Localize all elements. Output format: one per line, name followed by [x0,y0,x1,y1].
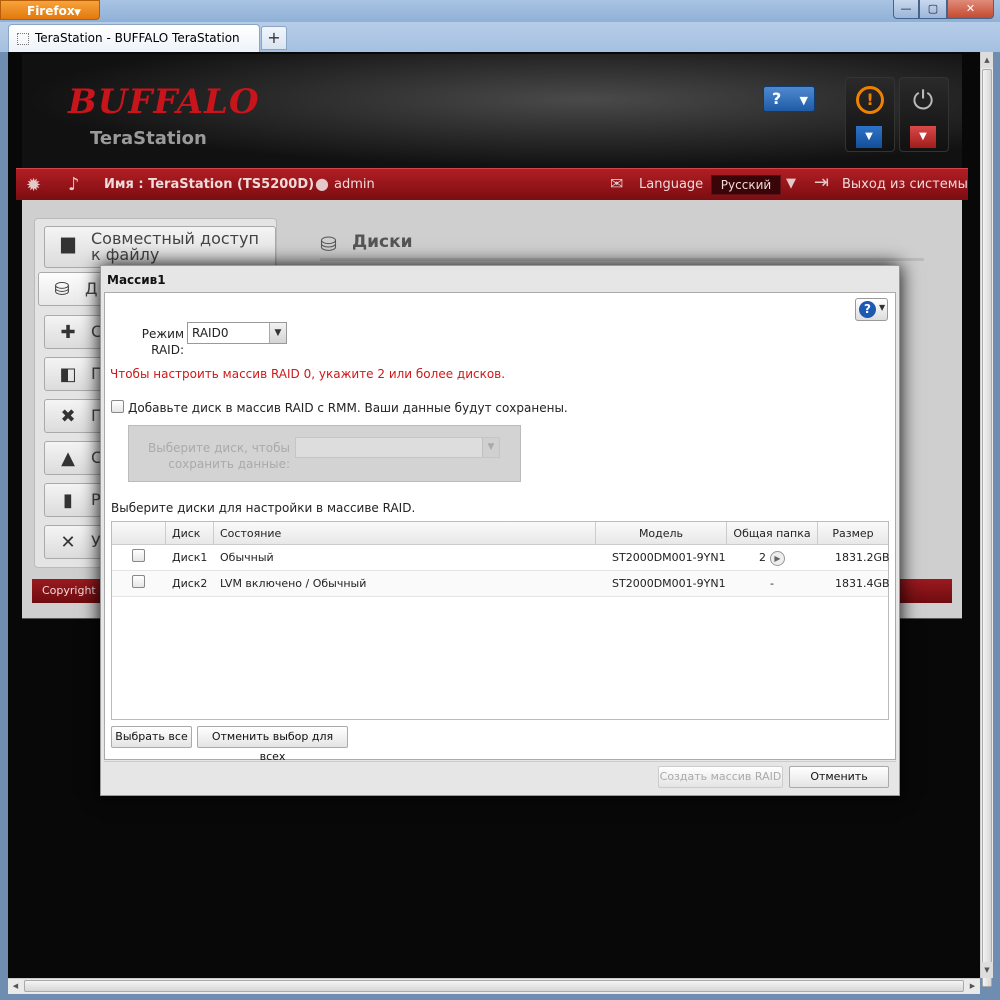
product-logo: TeraStation [90,128,207,149]
power-dropdown-button[interactable]: ▼ [910,126,936,148]
select-disks-label: Выберите диски для настройки в массиве R… [111,501,416,515]
firefox-menu-label: Firefox [27,4,75,18]
shared-count: 2 [759,551,766,564]
scroll-up-icon[interactable]: ▲ [981,52,993,68]
rmm-disk-select: ▼ [295,437,500,458]
rmm-label: Добавьте диск в массив RAID с RMM. Ваши … [128,401,568,415]
scroll-down-icon[interactable]: ▼ [981,962,993,978]
column-header-select [112,522,166,545]
language-label: Language [639,177,704,192]
disks-icon: ⛁ [320,232,337,256]
chevron-down-icon[interactable]: ▼ [269,323,286,343]
warning-icon[interactable]: ! [856,86,884,114]
user-icon: ● [315,174,329,193]
maximize-button[interactable]: ▢ [919,0,947,19]
disk-icon: ⛁ [54,279,70,300]
scroll-thumb-h[interactable] [24,980,964,992]
scroll-left-icon[interactable]: ◀ [8,979,23,994]
language-icon: ✉ [610,174,624,193]
network-icon: ✚ [60,322,76,343]
alert-dropdown-button[interactable]: ▼ [856,126,882,148]
chevron-down-icon: ▼ [879,303,886,312]
shared-cell: 2 ▶ [759,545,785,571]
help-icon: ? [859,301,876,318]
column-header-disk[interactable]: Диск [166,522,214,545]
model-cell: ST2000DM001-9YN1 [612,577,726,590]
select-all-button[interactable]: Выбрать все [111,726,192,748]
scroll-right-icon[interactable]: ▶ [965,979,980,994]
model-cell: ST2000DM001-9YN1 [612,551,726,564]
size-cell: 1831.2GB [835,551,890,564]
window-titlebar [0,0,1000,22]
chevron-down-icon: ▼ [74,8,81,18]
raid-mode-label: Режим RAID: [141,327,184,357]
sidebar-item-file-sharing[interactable]: ▆ Совместный доступ к файлу [44,226,276,268]
tools-icon: ✕ [60,532,76,553]
dialog-footer-divider [104,761,896,762]
column-header-size[interactable]: Размер [818,522,888,545]
title-divider [320,258,924,261]
vertical-scrollbar[interactable]: ▲ ▼ [980,52,993,987]
horizontal-scrollbar[interactable]: ◀ ▶ [8,978,980,994]
page-title: Диски [352,232,413,252]
buffalo-logo: BUFFALO [68,82,260,122]
settings-gear-icon[interactable]: ✹ [26,175,41,196]
disk-cell: Диск1 [172,551,208,564]
play-arrow-icon[interactable]: ▶ [770,550,785,566]
logout-icon[interactable]: ⇥ [814,172,829,193]
size-cell: 1831.4GB [835,577,890,590]
power-icon[interactable]: ⏻ [908,86,938,116]
column-header-model[interactable]: Модель [596,522,727,545]
folder-icon: ▆ [61,233,75,254]
state-cell: Обычный [220,551,274,564]
system-icon: ▲ [61,448,75,469]
deselect-all-button[interactable]: Отменить выбор для всех [197,726,348,763]
column-header-shared[interactable]: Общая папка [727,522,818,545]
shared-cell: - [770,577,774,590]
scroll-thumb[interactable] [982,69,992,987]
close-window-button[interactable]: ✕ [947,0,994,19]
dialog-title: Массив1 [107,273,166,287]
language-select[interactable]: Русский [711,175,781,195]
tab-terastation[interactable]: TeraStation - BUFFALO TeraStation [8,24,260,52]
column-header-state[interactable]: Состояние [214,522,596,545]
logout-link[interactable]: Выход из системы [842,177,968,192]
rmm-checkbox[interactable] [111,400,124,413]
chevron-down-icon[interactable]: ▼ [786,176,796,191]
help-menu-button[interactable]: ? ▼ [763,86,815,112]
row-checkbox[interactable] [132,549,145,562]
help-icon: ? [772,89,782,108]
raid-mode-select[interactable]: RAID0 ▼ [187,322,287,344]
cancel-button[interactable]: Отменить [789,766,889,788]
rmm-select-label: Выберите диск, чтобы сохранить данные: [148,441,290,471]
chevron-down-icon: ▼ [482,438,499,457]
new-tab-button[interactable]: + [261,26,287,50]
minimize-button[interactable]: — [893,0,919,19]
tab-title: TeraStation - BUFFALO TeraStation [35,31,240,45]
dialog-help-button[interactable]: ? ▼ [855,298,888,321]
music-note-icon[interactable]: ♪ [68,174,80,195]
row-checkbox[interactable] [132,575,145,588]
firefox-menu-button[interactable]: Firefox ▼ [0,0,100,20]
extension-icon: ▮ [63,490,73,511]
disk-cell: Диск2 [172,577,208,590]
raid-mode-value: RAID0 [192,326,229,340]
device-name-label: Имя : TeraStation (TS5200D) [104,177,315,192]
error-message: Чтобы настроить массив RAID 0, укажите 2… [110,367,506,381]
page-icon [17,33,29,45]
state-cell: LVM включено / Обычный [220,577,367,590]
sidebar-item-label: Совместный доступ к файлу [91,229,259,264]
username-label: admin [334,177,375,192]
transfer-icon: ✖ [60,406,76,427]
chevron-down-icon: ▼ [799,94,808,107]
create-raid-button[interactable]: Создать массив RAID [658,766,783,788]
backup-icon: ◧ [59,364,77,385]
